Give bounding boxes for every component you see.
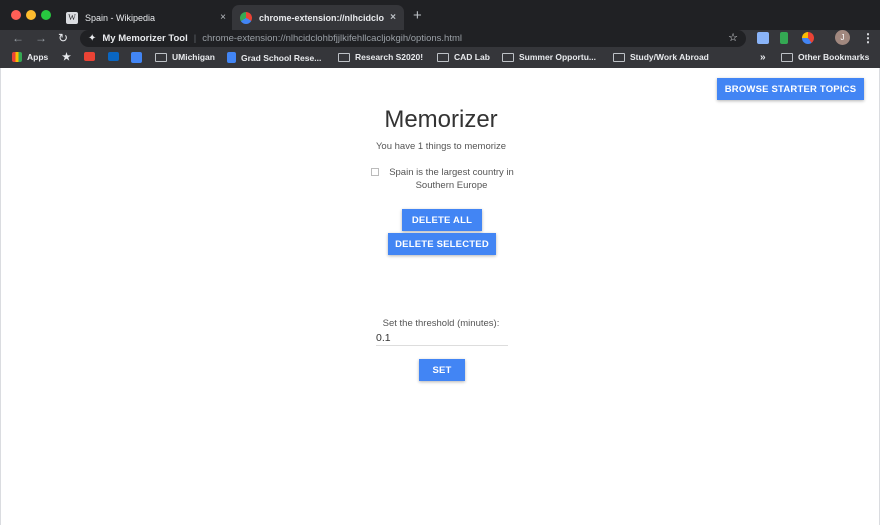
site-name: My Memorizer Tool xyxy=(102,33,188,44)
browse-starter-topics-button[interactable]: BROWSE STARTER TOPICS xyxy=(717,78,864,100)
bookmarks-bar: Apps ★ UMichigan Grad School Rese... Res… xyxy=(0,49,880,67)
bookmark-summer[interactable]: Summer Opportu... xyxy=(502,52,596,62)
bookmark-cad-lab[interactable]: CAD Lab xyxy=(437,52,490,62)
threshold-input[interactable] xyxy=(376,330,508,346)
url-text[interactable]: chrome-extension://nlhcidclohbfjjlkifehl… xyxy=(202,33,462,44)
item-checkbox[interactable] xyxy=(371,168,379,176)
folder-icon xyxy=(338,52,350,62)
more-menu-icon[interactable]: ⋮ xyxy=(862,31,874,45)
bookmark-umichigan[interactable]: UMichigan xyxy=(155,52,215,62)
delete-all-button[interactable]: DELETE ALL xyxy=(402,209,482,231)
calendar-icon[interactable] xyxy=(131,52,147,63)
close-window-button[interactable] xyxy=(11,10,21,20)
star-icon[interactable]: ★ xyxy=(62,52,71,63)
puzzle-icon: ✦ xyxy=(88,33,97,44)
bookmark-study-abroad[interactable]: Study/Work Abroad xyxy=(613,52,709,62)
folder-icon xyxy=(155,52,167,62)
options-page: BROWSE STARTER TOPICS Memorizer You have… xyxy=(0,68,880,525)
outlook-glyph-icon xyxy=(108,52,119,61)
forward-button[interactable]: → xyxy=(35,30,47,46)
folder-icon xyxy=(437,52,449,62)
extension-icon xyxy=(240,11,252,24)
toolbar: ← → ↻ ✦ My Memorizer Tool | chrome-exten… xyxy=(0,30,880,47)
more-bookmarks-button[interactable]: » xyxy=(760,52,766,63)
bookmark-label: Study/Work Abroad xyxy=(630,52,709,62)
back-button[interactable]: ← xyxy=(12,30,24,46)
calendar-glyph-icon xyxy=(131,52,142,63)
gmail-glyph-icon xyxy=(84,52,95,61)
new-tab-button[interactable]: + xyxy=(413,7,422,24)
avatar[interactable]: J xyxy=(835,30,850,45)
apps-grid-icon xyxy=(12,52,22,62)
minimize-window-button[interactable] xyxy=(26,10,36,20)
gmail-icon[interactable] xyxy=(84,52,100,61)
wikipedia-icon: W xyxy=(66,11,78,24)
bookmark-research[interactable]: Research S2020! xyxy=(338,52,423,62)
tab-strip: W Spain - Wikipedia × chrome-extension:/… xyxy=(0,0,880,30)
close-tab-icon[interactable]: × xyxy=(220,12,226,23)
outlook-icon[interactable] xyxy=(108,52,124,61)
docs-icon xyxy=(227,52,236,63)
bookmark-label: Other Bookmarks xyxy=(798,52,870,62)
bookmark-star-icon[interactable]: ☆ xyxy=(728,31,738,44)
bookmark-label: Research S2020! xyxy=(355,52,424,62)
bookmark-label: Summer Opportu... xyxy=(519,52,596,62)
threshold-label: Set the threshold (minutes): xyxy=(382,318,500,329)
bookmark-label: Apps xyxy=(27,52,49,62)
bookmark-label: Grad School Rese... xyxy=(241,52,322,63)
memorize-item: Spain is the largest country in Southern… xyxy=(371,166,521,192)
tab-options[interactable]: chrome-extension://nlhcidclohbfjjlkifehl… xyxy=(232,5,404,30)
item-count-text: You have 1 things to memorize xyxy=(375,141,507,152)
tab-title: chrome-extension://nlhcidclohbfjjlkifehl… xyxy=(259,12,385,23)
folder-icon xyxy=(502,52,514,62)
bookmark-apps[interactable]: Apps xyxy=(12,52,48,62)
set-button[interactable]: SET xyxy=(419,359,465,381)
tab-title: Spain - Wikipedia xyxy=(85,12,156,23)
bookmark-label: UMichigan xyxy=(172,52,215,62)
reload-button[interactable]: ↻ xyxy=(58,30,68,46)
extension-icon[interactable] xyxy=(780,32,788,44)
bookmark-grad-school[interactable]: Grad School Rese... xyxy=(227,52,321,63)
page-title: Memorizer xyxy=(384,106,498,133)
bookmark-label: CAD Lab xyxy=(454,52,490,62)
tab-wikipedia[interactable]: W Spain - Wikipedia × xyxy=(58,5,234,30)
delete-selected-button[interactable]: DELETE SELECTED xyxy=(388,233,496,255)
folder-icon xyxy=(613,52,625,62)
bookmark-other[interactable]: Other Bookmarks xyxy=(781,52,869,62)
address-bar[interactable]: ✦ My Memorizer Tool | chrome-extension:/… xyxy=(80,30,746,47)
close-tab-icon[interactable]: × xyxy=(390,12,396,23)
folder-icon xyxy=(781,52,793,62)
omnibox-separator: | xyxy=(193,33,197,44)
extension-icon[interactable] xyxy=(757,32,769,44)
item-text: Spain is the largest country in Southern… xyxy=(389,167,514,191)
maximize-window-button[interactable] xyxy=(41,10,51,20)
extension-icon[interactable] xyxy=(802,32,814,44)
browser-chrome: W Spain - Wikipedia × chrome-extension:/… xyxy=(0,0,880,68)
